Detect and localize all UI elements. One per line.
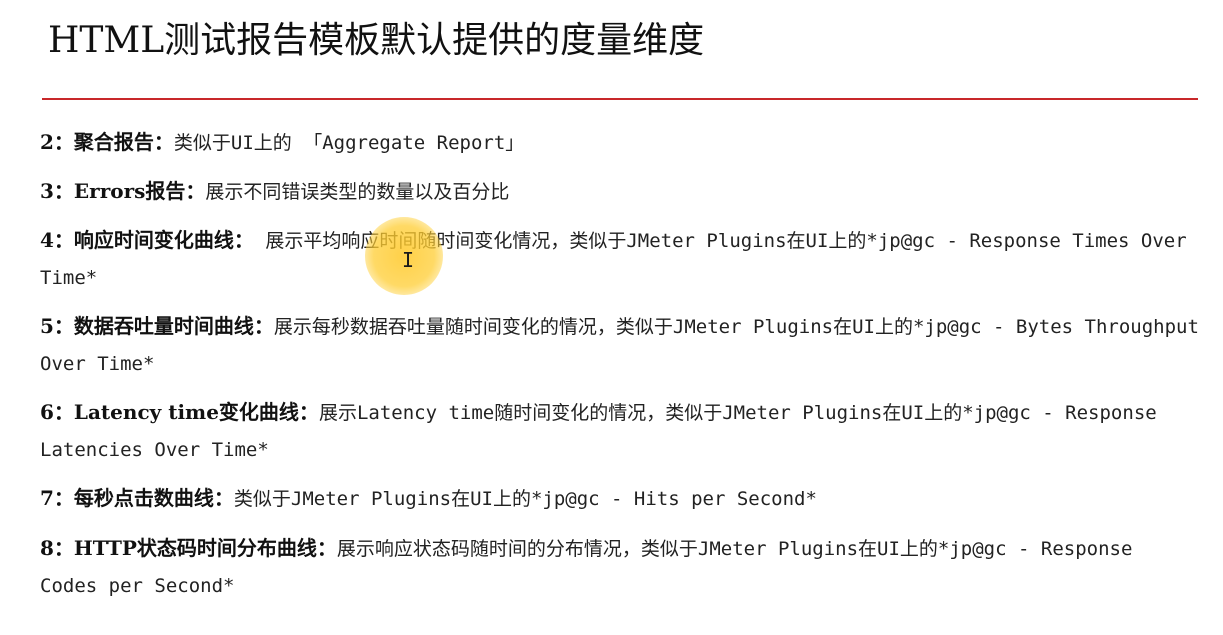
metric-description: 类似于UI上的 「Aggregate Report」 — [173, 132, 525, 154]
metric-heading: 8：HTTP状态码时间分布曲线： — [40, 536, 337, 560]
metric-description: 展示不同错误类型的数量以及百分比 — [205, 181, 510, 203]
metric-item-hits-per-second: 7：每秒点击数曲线：类似于JMeter Plugins在UI上的*jp@gc -… — [40, 480, 1200, 517]
metric-heading: 7：每秒点击数曲线： — [40, 486, 234, 510]
metric-heading: 3：Errors报告： — [40, 179, 206, 203]
title-divider — [42, 98, 1198, 100]
slide-title: HTML测试报告模板默认提供的度量维度 — [48, 20, 705, 61]
metric-heading: 4：响应时间变化曲线： — [40, 228, 254, 252]
metric-heading: 2：聚合报告： — [40, 130, 174, 154]
text-cursor-icon: I — [402, 248, 415, 272]
metric-item-latency: 6：Latency time变化曲线：展示Latency time随时间变化的情… — [40, 394, 1200, 468]
metric-heading: 5：数据吞吐量时间曲线： — [40, 314, 274, 338]
metric-item-errors-report: 3：Errors报告：展示不同错误类型的数量以及百分比 — [40, 173, 1200, 210]
metric-description: 类似于JMeter Plugins在UI上的*jp@gc - Hits per … — [233, 488, 817, 510]
metric-list: 2：聚合报告：类似于UI上的 「Aggregate Report」 3：Erro… — [40, 124, 1200, 616]
metric-item-aggregate-report: 2：聚合报告：类似于UI上的 「Aggregate Report」 — [40, 124, 1200, 161]
metric-item-bytes-throughput: 5：数据吞吐量时间曲线：展示每秒数据吞吐量随时间变化的情况，类似于JMeter … — [40, 308, 1200, 382]
metric-item-response-codes: 8：HTTP状态码时间分布曲线：展示响应状态码随时间的分布情况，类似于JMete… — [40, 530, 1200, 604]
metric-item-response-times: 4：响应时间变化曲线： 展示平均响应时间随时间变化情况，类似于JMeter Pl… — [40, 222, 1200, 296]
metric-heading: 6：Latency time变化曲线： — [40, 400, 319, 424]
